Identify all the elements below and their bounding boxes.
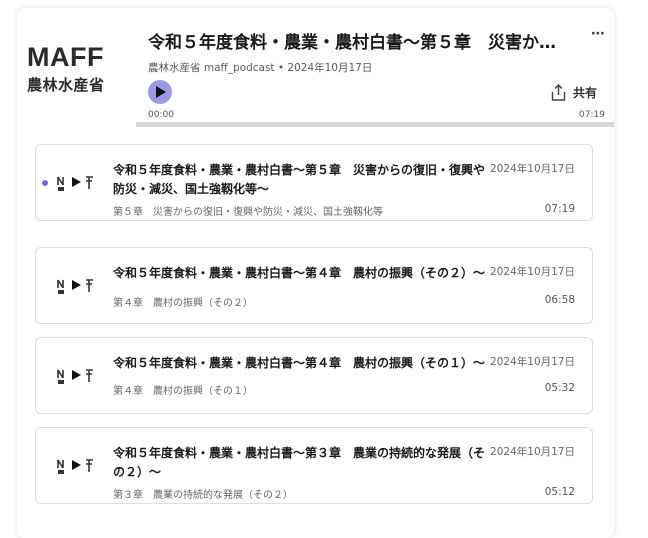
episode-list-item[interactable]: 令和５年度食料・農業・農村白書～第３章 農業の持続的な発展（その２）～ 2024年… bbox=[35, 427, 593, 504]
episode-item-date: 2024年10月17日 bbox=[490, 446, 575, 458]
logo-text: MAFF bbox=[27, 42, 104, 72]
episode-list-item[interactable]: 令和５年度食料・農業・農村白書～第５章 災害からの復旧・復興や防災・減災、国土強… bbox=[35, 144, 593, 221]
episode-item-subtitle: 第５章 災害からの復旧・復興や防災・減災、国土強靱化等 bbox=[113, 207, 383, 218]
share-button[interactable]: 共有 bbox=[551, 84, 597, 101]
play-icon bbox=[156, 86, 166, 98]
current-time: 00:00 bbox=[148, 110, 174, 120]
episode-item-subtitle: 第４章 農村の振興（その１） bbox=[113, 386, 253, 397]
episode-item-date: 2024年10月17日 bbox=[490, 356, 575, 368]
episode-item-date: 2024年10月17日 bbox=[490, 163, 575, 175]
more-options-icon[interactable]: ⋯ bbox=[591, 26, 606, 42]
episode-item-subtitle: 第４章 農村の振興（その２） bbox=[113, 298, 253, 309]
episode-item-title[interactable]: 令和５年度食料・農業・農村白書～第３章 農業の持続的な発展（その２）～ bbox=[113, 444, 489, 482]
episode-item-duration: 05:32 bbox=[544, 382, 575, 394]
episode-item-duration: 06:58 bbox=[544, 294, 575, 306]
episode-thumbnail-icon bbox=[56, 173, 96, 197]
share-icon bbox=[551, 84, 566, 101]
episode-list-item[interactable]: 令和５年度食料・農業・農村白書～第４章 農村の振興（その１）～ 2024年10月1… bbox=[35, 337, 593, 414]
episode-item-duration: 05:12 bbox=[544, 486, 575, 498]
episode-title: 令和５年度食料・農業・農村白書～第５章 災害からの復旧・復興や防災・減災、国土強… bbox=[148, 33, 568, 53]
episode-meta: 農林水産省 maff_podcast • 2024年10月17日 bbox=[148, 62, 373, 74]
episode-item-date: 2024年10月17日 bbox=[490, 266, 575, 278]
episode-item-title[interactable]: 令和５年度食料・農業・農村白書～第４章 農村の振興（その２）～ bbox=[113, 264, 489, 283]
share-label: 共有 bbox=[573, 86, 598, 100]
episode-thumbnail-icon bbox=[56, 456, 96, 480]
episode-item-title[interactable]: 令和５年度食料・農業・農村白書～第５章 災害からの復旧・復興や防災・減災、国土強… bbox=[113, 161, 489, 199]
episode-thumbnail-icon bbox=[56, 276, 96, 300]
podcast-embed-card: MAFF 農林水産省 令和５年度食料・農業・農村白書～第５章 災害からの復旧・復… bbox=[17, 8, 614, 538]
play-button[interactable] bbox=[148, 80, 172, 104]
progress-bar[interactable] bbox=[136, 122, 614, 127]
logo-subtext: 農林水産省 bbox=[27, 76, 105, 94]
episode-list-item[interactable]: 令和５年度食料・農業・農村白書～第４章 農村の振興（その２）～ 2024年10月1… bbox=[35, 247, 593, 324]
episode-item-duration: 07:19 bbox=[544, 203, 575, 215]
episode-thumbnail-icon bbox=[56, 366, 96, 390]
total-time: 07:19 bbox=[579, 110, 605, 120]
now-playing-indicator bbox=[42, 180, 48, 186]
maff-logo: MAFF 農林水産省 bbox=[27, 44, 127, 95]
episode-item-title[interactable]: 令和５年度食料・農業・農村白書～第４章 農村の振興（その１）～ bbox=[113, 354, 489, 373]
episode-item-subtitle: 第３章 農業の持続的な発展（その２） bbox=[113, 490, 293, 501]
